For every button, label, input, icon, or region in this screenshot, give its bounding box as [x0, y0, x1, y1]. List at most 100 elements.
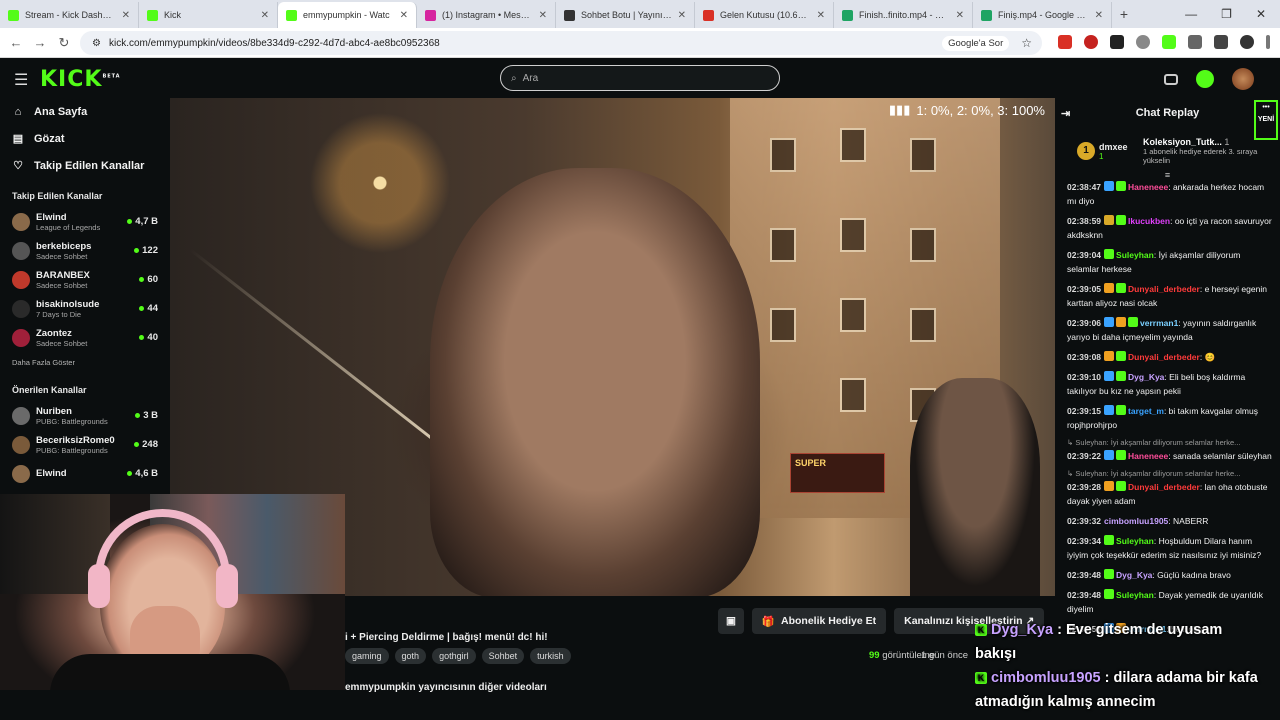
- chat-badge-icon: [1116, 351, 1127, 361]
- viewer-count: 3 B: [135, 410, 158, 421]
- chat-message: 02:39:48 Dyg_Kya: Güçlü kadına bravo: [1067, 568, 1272, 582]
- chat-badge-icon: [1104, 450, 1115, 460]
- tab-close-icon[interactable]: ✕: [678, 10, 686, 21]
- browser-tab[interactable]: Sohbet Botu | Yayınını güç ✕: [556, 2, 695, 28]
- collapse-chat-icon[interactable]: ⇥: [1061, 107, 1070, 120]
- channel-item[interactable]: Zaontez Sadece Sohbet 40: [0, 323, 170, 352]
- tab-close-icon[interactable]: ✕: [400, 10, 408, 21]
- tag-chip[interactable]: gothgirl: [432, 648, 476, 664]
- extension-icon[interactable]: [1084, 35, 1098, 49]
- tab-close-icon[interactable]: ✕: [539, 10, 547, 21]
- minimize-icon[interactable]: —: [1185, 7, 1197, 21]
- tab-close-icon[interactable]: ✕: [1095, 10, 1103, 21]
- reload-icon[interactable]: ↻: [52, 35, 76, 51]
- bookmark-star-icon[interactable]: ☆: [1021, 36, 1032, 50]
- extension-icon[interactable]: [1162, 35, 1176, 49]
- puzzle-icon[interactable]: [1188, 35, 1202, 49]
- tab-close-icon[interactable]: ✕: [261, 10, 269, 21]
- kick-coin-icon[interactable]: [1196, 70, 1214, 88]
- message-user[interactable]: Dunyali_derbeder: [1128, 352, 1200, 362]
- viewer-count-value: 4,6 B: [135, 468, 158, 479]
- search-input[interactable]: ⌕ Ara: [500, 65, 780, 91]
- tab-close-icon[interactable]: ✕: [122, 10, 130, 21]
- extension-icon[interactable]: [1136, 35, 1150, 49]
- extension-icon[interactable]: [1110, 35, 1124, 49]
- maximize-icon[interactable]: ❐: [1221, 7, 1232, 21]
- channel-item[interactable]: BARANBEX Sadece Sohbet 60: [0, 265, 170, 294]
- kick-logo[interactable]: KICKBETA: [40, 67, 121, 92]
- theatre-icon[interactable]: [1164, 73, 1178, 85]
- message-user[interactable]: Haneneee: [1128, 451, 1168, 461]
- filter-icon[interactable]: ≡: [1055, 170, 1280, 180]
- tag-chip[interactable]: goth: [394, 648, 427, 664]
- hamburger-icon[interactable]: ☰: [14, 70, 28, 90]
- close-window-icon[interactable]: ✕: [1256, 7, 1266, 21]
- webcam-overlay: [0, 494, 345, 690]
- back-icon[interactable]: ←: [4, 35, 28, 50]
- search-icon: ⌕: [511, 72, 517, 84]
- chat-message: 02:38:47 Haneneee: ankarada herkez hocam …: [1067, 180, 1272, 208]
- channel-item[interactable]: Elwind League of Legends 4,7 B: [0, 207, 170, 236]
- url-field[interactable]: ⚙ kick.com/emmypumpkin/videos/8be334d9-c…: [80, 31, 1042, 55]
- channel-item[interactable]: BeceriksizRome0 PUBG: Battlegrounds 248: [0, 430, 170, 459]
- tag-chip[interactable]: Sohbet: [481, 648, 525, 664]
- media-icon[interactable]: [1214, 35, 1228, 49]
- new-tab-button[interactable]: +: [1112, 6, 1136, 22]
- tag-chip[interactable]: gaming: [345, 648, 389, 664]
- chat-message: 02:39:28 Dunyali_derbeder: lan oha otobus…: [1067, 480, 1272, 508]
- message-user[interactable]: Haneneee: [1128, 182, 1168, 192]
- clip-button[interactable]: ▣: [718, 608, 744, 634]
- reply-preview[interactable]: ↳ Suleyhan: İyi akşamlar diliyorum selam…: [1067, 438, 1272, 447]
- extension-icon[interactable]: [1058, 35, 1072, 49]
- avatar[interactable]: [1232, 68, 1254, 90]
- browser-tab[interactable]: Stream - Kick Dashboard ✕: [0, 2, 139, 28]
- site-info-icon[interactable]: ⚙: [92, 38, 101, 49]
- tab-close-icon[interactable]: ✕: [956, 10, 964, 21]
- message-user[interactable]: Dunyali_derbeder: [1128, 482, 1200, 492]
- chat-header: ⇥ Chat Replay ••• YENİ: [1055, 98, 1280, 140]
- message-user[interactable]: Dyg_Kya: [1116, 570, 1152, 580]
- browser-tab[interactable]: (1) Instagram • Mesajlar ✕: [417, 2, 556, 28]
- reply-preview[interactable]: ↳ Suleyhan: İyi akşamlar diliyorum selam…: [1067, 469, 1272, 478]
- collection-name[interactable]: Koleksiyon_Tutk...: [1143, 137, 1222, 147]
- message-user[interactable]: cimbomluu1905: [1104, 516, 1168, 526]
- google-ask-button[interactable]: Google'a Sor: [942, 35, 1010, 51]
- channel-item[interactable]: Elwind 4,6 B: [0, 459, 170, 488]
- message-user[interactable]: Dunyali_derbeder: [1128, 284, 1200, 294]
- message-user[interactable]: Ikucukben: [1128, 216, 1170, 226]
- browser-tab[interactable]: Kick ✕: [139, 2, 278, 28]
- message-time: 02:39:05: [1067, 284, 1102, 294]
- chat-badge-icon: [1116, 215, 1127, 225]
- browser-tab[interactable]: Finish..finito.mp4 - Googl ✕: [834, 2, 973, 28]
- message-user[interactable]: verrman1: [1128, 624, 1166, 634]
- browser-tab[interactable]: emmypumpkin - Watc ✕: [278, 2, 417, 28]
- show-more-link[interactable]: Daha Fazla Göster: [0, 352, 170, 373]
- channel-item[interactable]: Nuriben PUBG: Battlegrounds 3 B: [0, 401, 170, 430]
- sidebar-menu-item[interactable]: ▤ Gözat: [0, 125, 170, 152]
- channel-item[interactable]: berkebiceps Sadece Sohbet 122: [0, 236, 170, 265]
- chat-menu-button[interactable]: ••• YENİ: [1254, 100, 1278, 140]
- browser-tab[interactable]: Finiş.mp4 - Google Drive ✕: [973, 2, 1112, 28]
- tab-close-icon[interactable]: ✕: [817, 10, 825, 21]
- live-dot-icon: [127, 471, 133, 476]
- message-user[interactable]: Suleyhan: [1116, 536, 1154, 546]
- message-user[interactable]: Suleyhan: [1116, 250, 1154, 260]
- message-user[interactable]: verrman1: [1140, 318, 1178, 328]
- message-user[interactable]: Dyg_Kya: [1128, 372, 1164, 382]
- gift-subscription-button[interactable]: 🎁 Abonelik Hediye Et: [751, 608, 887, 634]
- menu-dots-icon[interactable]: [1266, 35, 1270, 49]
- customize-channel-button[interactable]: Kanalınızı kişiselleştirin ↗: [894, 608, 1045, 634]
- profile-icon[interactable]: [1240, 35, 1254, 49]
- tag-chip[interactable]: turkish: [530, 648, 571, 664]
- headphones-cup-right: [216, 564, 238, 608]
- channel-item[interactable]: bisakinolsude 7 Days to Die 44: [0, 294, 170, 323]
- message-user[interactable]: Suleyhan: [1116, 590, 1154, 600]
- message-user[interactable]: target_m: [1128, 406, 1164, 416]
- leaderboard-user[interactable]: dmxee: [1099, 142, 1139, 152]
- chat-badge-icon: [1104, 249, 1115, 259]
- chat-badge-icon: [1116, 450, 1127, 460]
- forward-icon[interactable]: →: [28, 35, 52, 50]
- browser-tab[interactable]: Gelen Kutusu (10.618) - g ✕: [695, 2, 834, 28]
- sidebar-menu-item[interactable]: ♡ Takip Edilen Kanallar: [0, 152, 170, 179]
- sidebar-menu-item[interactable]: ⌂ Ana Sayfa: [0, 98, 170, 125]
